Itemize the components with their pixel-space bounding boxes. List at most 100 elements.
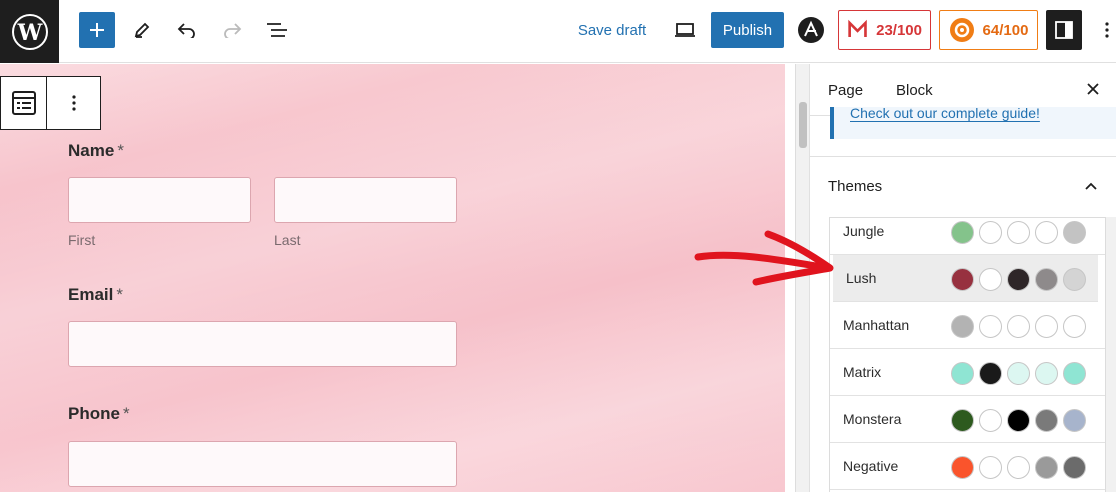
color-swatch (951, 456, 974, 479)
content-score-value: 64/100 (982, 21, 1029, 39)
theme-item-lush[interactable]: Lush (833, 255, 1098, 302)
last-name-input[interactable] (274, 177, 457, 223)
theme-item-manhattan[interactable]: Manhattan (830, 302, 1105, 349)
color-swatch (951, 362, 974, 385)
theme-swatches (951, 409, 1086, 432)
redo-icon (224, 23, 242, 38)
tab-block[interactable]: Block (896, 82, 933, 99)
theme-name: Lush (846, 270, 877, 286)
theme-item-jungle[interactable]: Jungle (830, 218, 1105, 255)
document-overview-button[interactable] (264, 12, 290, 48)
theme-swatches (951, 221, 1086, 244)
editor-top-bar: W Save draft Publish 23/100 64/100 (0, 0, 1116, 63)
color-swatch (951, 315, 974, 338)
options-button[interactable] (1098, 12, 1116, 48)
close-sidebar-button[interactable] (1082, 78, 1104, 100)
save-draft-button[interactable]: Save draft (572, 12, 652, 48)
color-swatch (1063, 456, 1086, 479)
gear-icon (949, 18, 974, 42)
theme-name: Negative (843, 458, 899, 474)
theme-name: Matrix (843, 364, 882, 380)
first-sublabel: First (68, 232, 96, 248)
color-swatch (979, 315, 1002, 338)
color-swatch (1035, 315, 1058, 338)
color-swatch (1007, 362, 1030, 385)
tab-page[interactable]: Page (828, 82, 863, 99)
themes-panel-header[interactable]: Themes (810, 156, 1116, 216)
theme-swatches (951, 268, 1086, 291)
theme-name: Monstera (843, 411, 902, 427)
theme-item-negative[interactable]: Negative (830, 443, 1105, 490)
theme-swatches (951, 315, 1086, 338)
email-field-label: Email * (68, 285, 123, 304)
sidebar-icon (1055, 21, 1073, 39)
pencil-icon (134, 22, 150, 38)
color-swatch (1035, 221, 1058, 244)
seo-score-button[interactable]: 23/100 (838, 10, 931, 50)
block-type-button[interactable] (1, 77, 47, 129)
color-swatch (951, 268, 974, 291)
list-view-icon (267, 23, 287, 37)
theme-list: Jungle Lush Manhattan Matrix Monstera Negativ… (829, 217, 1106, 492)
color-swatch (979, 268, 1002, 291)
name-field-label: Name * (68, 141, 124, 160)
required-marker: * (116, 285, 123, 304)
color-swatch (1035, 456, 1058, 479)
theme-swatches (951, 362, 1086, 385)
color-swatch (1007, 268, 1030, 291)
email-input[interactable] (68, 321, 457, 367)
editor-canvas: Name * First Last Email * Phone * (0, 64, 785, 492)
color-swatch (1063, 362, 1086, 385)
guide-notice: Check out our complete guide! (830, 107, 1116, 139)
color-swatch (951, 221, 974, 244)
preview-device-icon (675, 23, 695, 37)
phone-field-label: Phone * (68, 404, 130, 423)
more-vertical-icon (71, 95, 76, 111)
a-icon (798, 17, 824, 43)
canvas-scrollbar[interactable] (795, 64, 809, 492)
themes-panel-title: Themes (828, 178, 883, 195)
color-swatch (1007, 315, 1030, 338)
m-icon (848, 19, 867, 38)
plugin-a-button[interactable] (797, 12, 825, 48)
color-swatch (1007, 456, 1030, 479)
theme-item-matrix[interactable]: Matrix (830, 349, 1105, 396)
form-block-icon (11, 91, 36, 115)
preview-button[interactable] (672, 12, 698, 48)
undo-button[interactable] (175, 12, 199, 48)
plus-icon (90, 23, 104, 37)
undo-icon (177, 23, 195, 38)
add-block-button[interactable] (79, 12, 115, 48)
redo-button[interactable] (220, 12, 244, 48)
color-swatch (979, 409, 1002, 432)
color-swatch (1035, 268, 1058, 291)
color-swatch (1007, 409, 1030, 432)
color-swatch (979, 362, 1002, 385)
color-swatch (1035, 409, 1058, 432)
theme-list-scrollbar[interactable] (1106, 217, 1116, 492)
theme-swatches (951, 456, 1086, 479)
theme-item-monstera[interactable]: Monstera (830, 396, 1105, 443)
required-marker: * (117, 141, 124, 160)
wordpress-logo[interactable]: W (0, 0, 59, 63)
block-options-button[interactable] (47, 77, 100, 129)
chevron-up-icon (1085, 182, 1097, 190)
publish-button[interactable]: Publish (711, 12, 784, 48)
color-swatch (979, 456, 1002, 479)
color-swatch (1063, 315, 1086, 338)
content-score-button[interactable]: 64/100 (939, 10, 1038, 50)
block-toolbar (0, 76, 101, 130)
theme-name: Jungle (843, 223, 885, 239)
canvas-scroll-thumb[interactable] (799, 102, 807, 148)
color-swatch (951, 409, 974, 432)
tools-button[interactable] (130, 12, 154, 48)
close-icon (1087, 83, 1099, 95)
first-name-input[interactable] (68, 177, 251, 223)
guide-link[interactable]: Check out our complete guide! (850, 107, 1040, 121)
color-swatch (1063, 268, 1086, 291)
phone-input[interactable] (68, 441, 457, 487)
color-swatch (1063, 409, 1086, 432)
more-vertical-icon (1105, 22, 1109, 38)
color-swatch (1063, 221, 1086, 244)
settings-sidebar-button[interactable] (1046, 10, 1082, 50)
